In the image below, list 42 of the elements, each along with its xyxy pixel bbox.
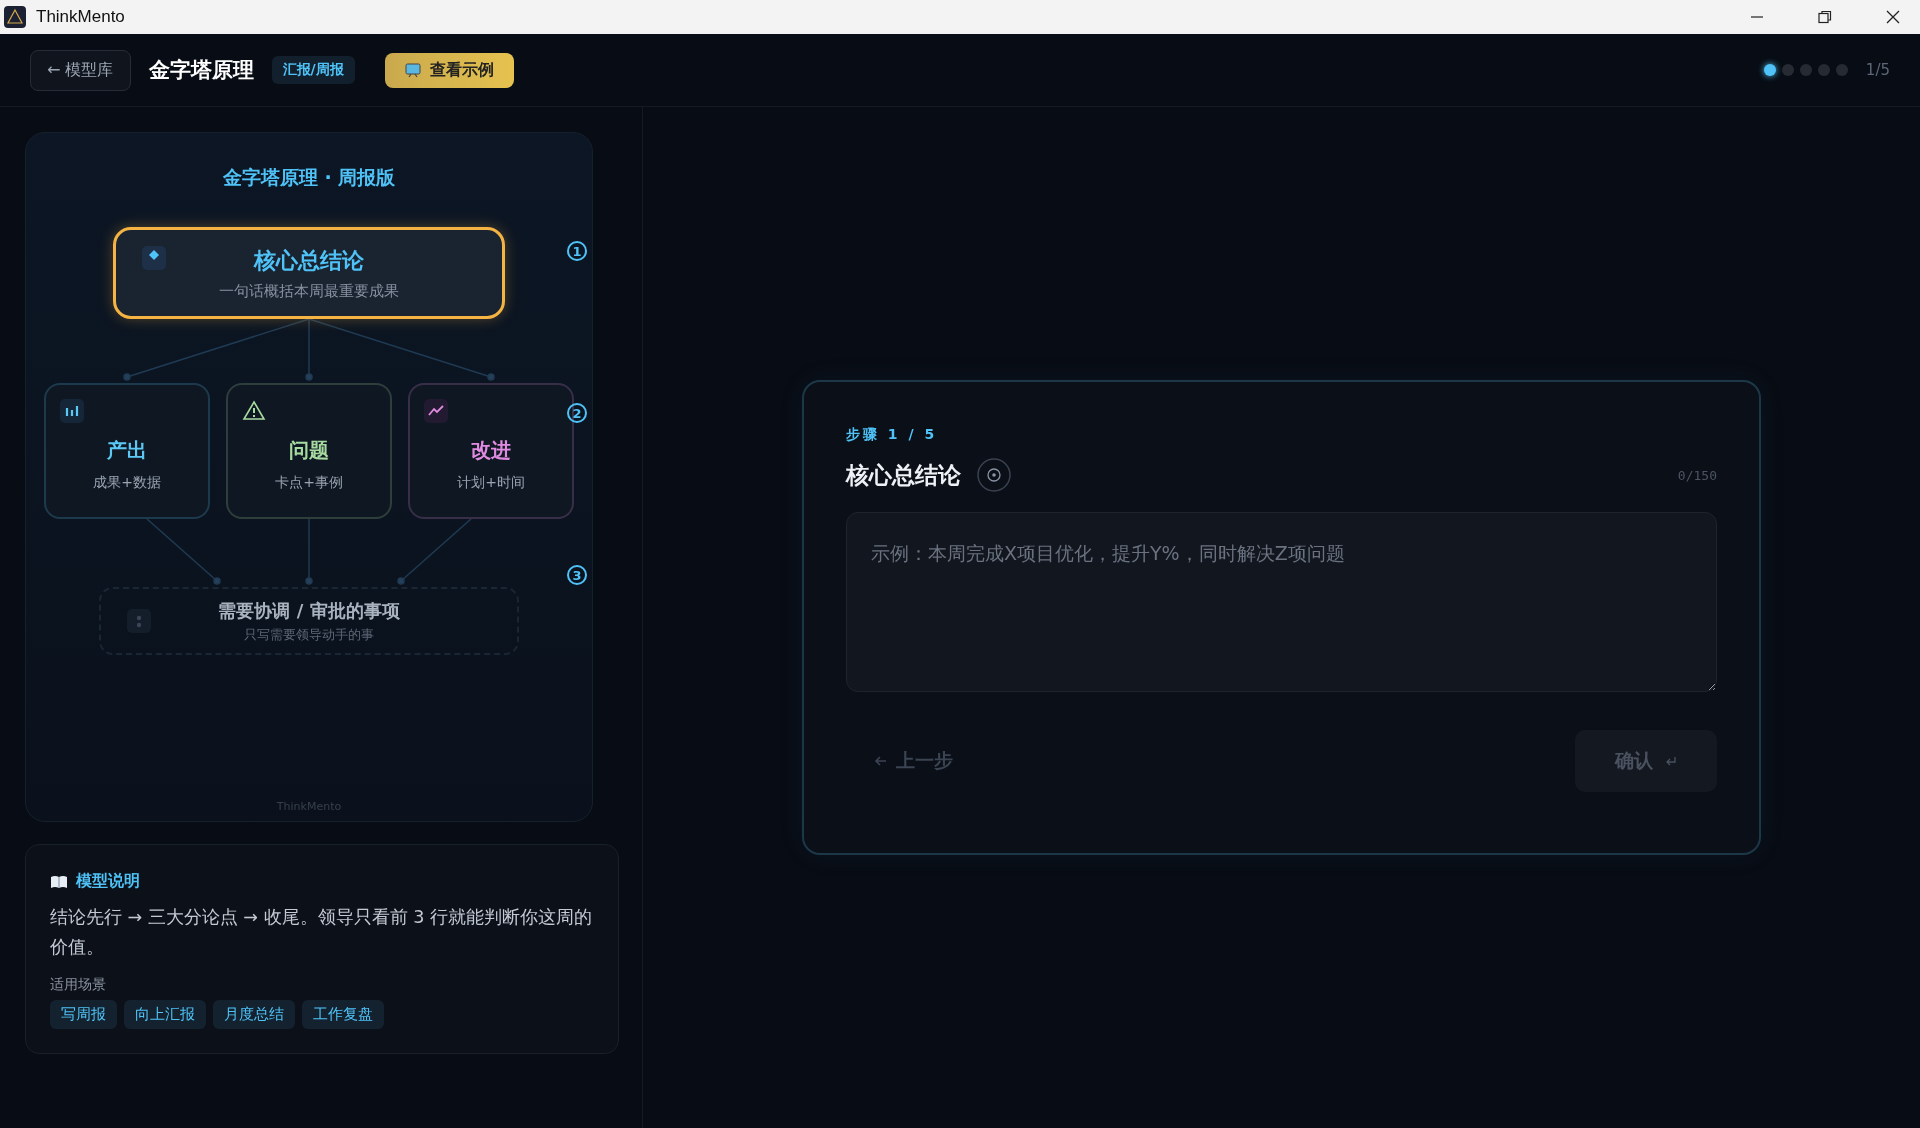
left-arrow-icon [874, 754, 888, 768]
book-icon [50, 874, 68, 889]
scenario-tag: 写周报 [50, 1000, 117, 1029]
scenario-tag: 月度总结 [213, 1000, 295, 1029]
answer-field[interactable]: 示例：本周完成X项目优化，提升Y%，同时解决Z项问题 [846, 512, 1717, 692]
app-logo-icon [4, 6, 26, 28]
node-subtitle: 成果+数据 [93, 474, 161, 492]
category-tag: 汇报/周报 [271, 56, 355, 84]
step-marker: 1 [567, 241, 587, 261]
enter-key-icon [1665, 755, 1677, 767]
restore-icon[interactable] [1818, 10, 1832, 24]
close-icon[interactable] [1886, 10, 1900, 24]
progress-counter: 1/5 [1865, 61, 1890, 79]
node-title: 产出 [107, 437, 147, 464]
description-title: 模型说明 [76, 871, 140, 892]
target-icon[interactable] [977, 458, 1011, 492]
window-title: ThinkMento [36, 7, 125, 27]
scenarios-label: 适用场景 [50, 976, 107, 994]
step-label: 步骤 1 / 5 [846, 426, 939, 444]
step-marker: 2 [567, 403, 587, 423]
bar-chart-icon [60, 399, 84, 423]
node-title: 核心总结论 [254, 246, 364, 275]
character-count: 0/150 [1677, 467, 1717, 483]
tv-icon [404, 62, 421, 78]
diagram-title: 金字塔原理 · 周报版 [222, 165, 396, 190]
scenario-tag: 向上汇报 [124, 1000, 206, 1029]
warning-icon [242, 399, 266, 423]
node-title: 问题 [289, 437, 329, 464]
description-text: 结论先行 → 三大分论点 → 收尾。领导只看前 3 行就能判断你这周的价值。 [50, 906, 593, 959]
node-subtitle: 卡点+事例 [275, 474, 343, 492]
node-title: 需要协调 / 审批的事项 [218, 598, 400, 623]
dots-icon [127, 609, 151, 633]
view-example-button[interactable]: 查看示例 [384, 52, 514, 88]
back-button[interactable]: ← 模型库 [30, 49, 131, 91]
step-marker: 3 [567, 565, 587, 585]
step-title: 核心总结论 [846, 460, 961, 490]
page-title: 金字塔原理 [148, 57, 254, 84]
node-subtitle: 一句话概括本周最重要成果 [219, 281, 399, 301]
node-subtitle: 计划+时间 [457, 474, 525, 492]
node-title: 改进 [471, 437, 511, 464]
scenario-tag: 工作复盘 [302, 1000, 384, 1029]
node-subtitle: 只写需要领导动手的事 [244, 625, 374, 644]
